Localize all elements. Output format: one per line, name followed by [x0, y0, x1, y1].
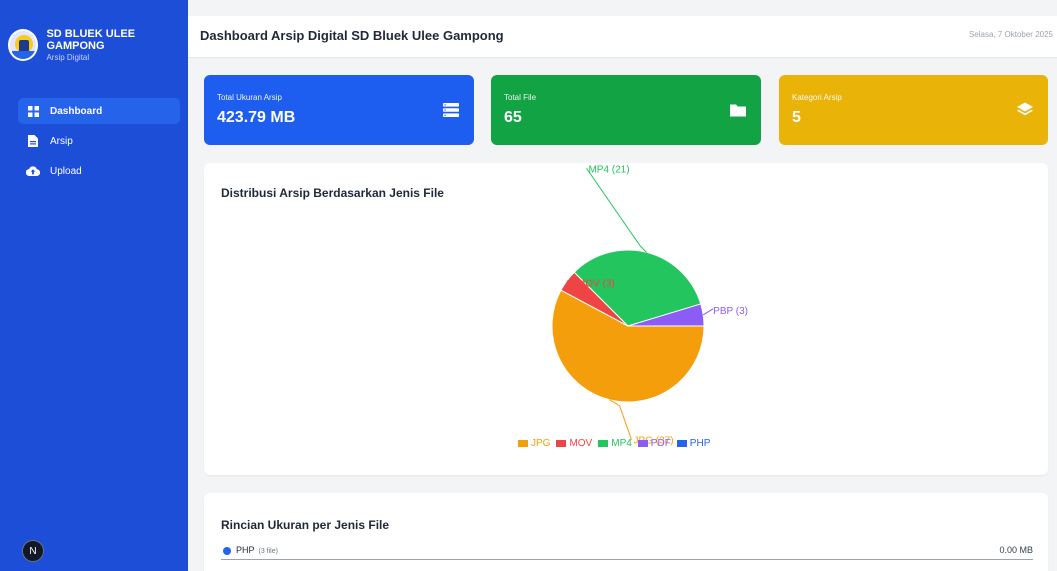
- pie-leader-line: [702, 308, 714, 316]
- legend-item-jpg[interactable]: JPG: [518, 438, 550, 449]
- grid-icon: [26, 104, 40, 118]
- legend-label: MP4: [611, 438, 632, 449]
- brand-subtitle: Arsip Digital: [46, 53, 90, 62]
- row-size: 0.00 MB: [999, 545, 1033, 555]
- pie-chart: JPG (37)MOV (3)MP4 (21)PBP (3): [551, 164, 748, 447]
- stat-card-label: Total Ukuran Arsip: [217, 93, 282, 102]
- list-icon: [442, 101, 460, 119]
- folder-icon: [729, 101, 747, 119]
- brand[interactable]: SD BLUEK ULEE GAMPONG Arsip Digital: [8, 28, 188, 62]
- row-type: PHP: [236, 545, 255, 555]
- legend-swatch: [676, 440, 687, 447]
- sidebar-item-label: Upload: [50, 165, 82, 177]
- header-date: Selasa, 7 Oktober 2025: [968, 30, 1053, 39]
- table-row[interactable]: PHP (3 file) 0.00 MB: [221, 544, 1033, 560]
- stat-card-kategori[interactable]: Kategori Arsip 5: [779, 75, 1048, 145]
- legend-swatch: [518, 440, 528, 447]
- pie-leader-line: [609, 399, 633, 440]
- legend-label: JPG: [531, 438, 551, 449]
- legend-swatch: [598, 440, 609, 447]
- legend-label: PHP: [689, 438, 711, 449]
- row-color-dot: [223, 547, 231, 555]
- page-title: Dashboard Arsip Digital SD Bluek Ulee Ga…: [200, 28, 504, 43]
- brand-name: SD BLUEK ULEE GAMPONG: [46, 28, 136, 52]
- pie-label-mov: MOV (3): [577, 279, 615, 290]
- chart-panel: Distribusi Arsip Berdasarkan Jenis File …: [204, 163, 1048, 475]
- row-count: (3 file): [258, 548, 278, 555]
- sidebar-item-label: Arsip: [50, 135, 73, 147]
- top-header: Dashboard Arsip Digital SD Bluek Ulee Ga…: [188, 16, 1057, 58]
- avatar[interactable]: N: [22, 540, 44, 562]
- stat-card-value: 65: [504, 109, 522, 126]
- stat-card-label: Total File: [504, 93, 537, 102]
- stat-card-value: 5: [792, 109, 801, 126]
- detail-panel-title: Rincian Ukuran per Jenis File: [221, 518, 390, 532]
- legend-label: MOV: [569, 438, 593, 449]
- legend-swatch: [556, 440, 567, 447]
- stat-card-total-file[interactable]: Total File 65: [491, 75, 761, 145]
- legend-item-php[interactable]: PHP: [676, 438, 711, 449]
- cloud-upload-icon: [26, 164, 40, 178]
- document-icon: [26, 134, 40, 148]
- sidebar-item-dashboard[interactable]: Dashboard: [18, 98, 180, 124]
- stat-card-total-size[interactable]: Total Ukuran Arsip 423.79 MB: [204, 75, 474, 145]
- sidebar-item-upload[interactable]: Upload: [18, 158, 180, 184]
- legend-item-pdf[interactable]: PDF: [637, 438, 671, 449]
- layers-icon: [1016, 101, 1034, 119]
- pie-leader-line: [586, 167, 647, 253]
- chart-legend: JPG MOV MP4 PDF PHP: [518, 438, 716, 449]
- pie-label-mp4: MP4 (21): [588, 164, 629, 175]
- stat-card-label: Kategori Arsip: [792, 93, 842, 102]
- sidebar-nav: Dashboard Arsip Upload: [18, 98, 180, 188]
- detail-panel: Rincian Ukuran per Jenis File PHP (3 file…: [204, 493, 1048, 571]
- school-logo: [8, 29, 39, 61]
- legend-swatch: [637, 440, 648, 447]
- sidebar-item-arsip[interactable]: Arsip: [18, 128, 180, 154]
- sidebar: SD BLUEK ULEE GAMPONG Arsip Digital Dash…: [0, 0, 188, 571]
- legend-item-mp4[interactable]: MP4: [598, 438, 632, 449]
- pie-label-pdf: PBP (3): [713, 306, 748, 317]
- stat-card-value: 423.79 MB: [217, 109, 296, 126]
- legend-label: PDF: [650, 438, 671, 449]
- legend-item-mov[interactable]: MOV: [556, 438, 592, 449]
- sidebar-item-label: Dashboard: [50, 105, 103, 117]
